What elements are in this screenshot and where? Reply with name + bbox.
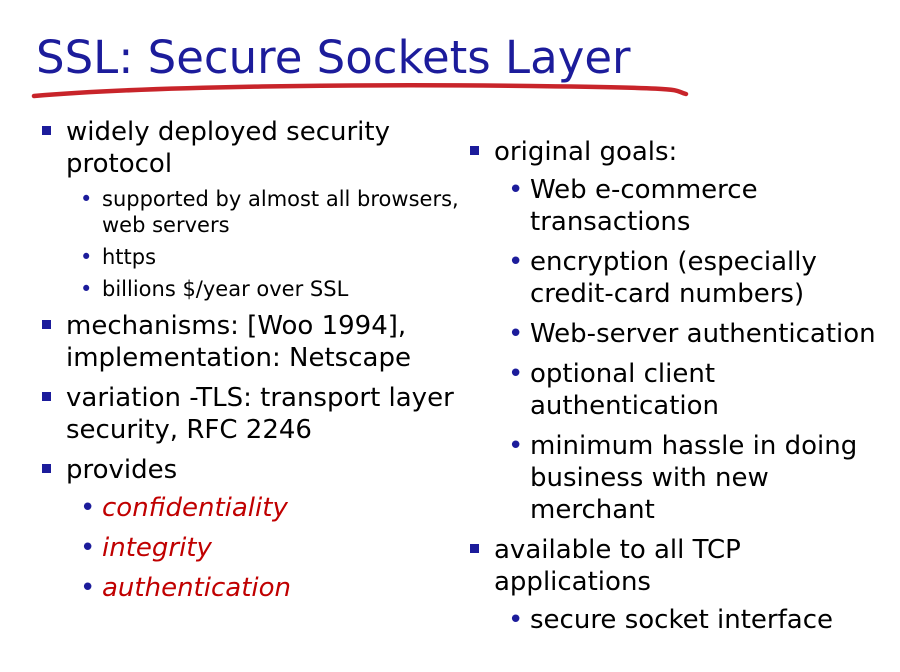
square-bullet-icon — [42, 320, 51, 329]
round-bullet-icon: • — [80, 493, 96, 523]
round-bullet-icon: • — [508, 431, 524, 461]
square-bullet-icon — [470, 146, 479, 155]
sub-bullet-item: • optional client authentication — [494, 358, 895, 422]
round-bullet-icon: • — [80, 533, 96, 563]
sub-bullet-list: • confidentiality • integrity • authenti… — [66, 492, 472, 604]
square-bullet-icon — [42, 392, 51, 401]
sub-bullet-text: supported by almost all browsers, web se… — [102, 187, 459, 237]
bullet-text: provides — [66, 455, 178, 485]
sub-bullet-item: • Web-server authentication — [494, 318, 895, 350]
bullet-text: mechanisms: [Woo 1994], implementation: … — [66, 311, 411, 373]
sub-bullet-text: optional client authentication — [530, 359, 720, 421]
round-bullet-icon: • — [508, 319, 524, 349]
bullet-item-original-goals: original goals: • Web e-commerce transac… — [470, 136, 895, 526]
bullet-item-deployed: widely deployed security protocol • supp… — [42, 116, 472, 302]
sub-bullet-text: Web e-commerce transactions — [530, 175, 758, 237]
round-bullet-icon: • — [508, 247, 524, 277]
bullet-text: original goals: — [494, 137, 678, 167]
sub-bullet-text: Web-server authentication — [530, 319, 876, 349]
slide-title: SSL: Secure Sockets Layer — [36, 31, 631, 84]
sub-bullet-text: secure socket interface — [530, 605, 833, 635]
round-bullet-icon: • — [508, 175, 524, 205]
sub-bullet-item: • https — [66, 244, 472, 270]
sub-bullet-item: • encryption (especially credit-card num… — [494, 246, 895, 310]
sub-bullet-item: • confidentiality — [66, 492, 472, 524]
sub-bullet-text: integrity — [102, 533, 212, 563]
title-underline — [31, 83, 689, 99]
sub-bullet-item: • secure socket interface — [494, 604, 895, 636]
square-bullet-icon — [42, 126, 51, 135]
left-bullet-list: widely deployed security protocol • supp… — [42, 116, 472, 612]
right-bullet-list: original goals: • Web e-commerce transac… — [470, 136, 895, 644]
sub-bullet-text: https — [102, 245, 157, 269]
sub-bullet-item: • authentication — [66, 572, 472, 604]
sub-bullet-item: • billions $/year over SSL — [66, 276, 472, 302]
round-bullet-icon: • — [508, 359, 524, 389]
bullet-text: available to all TCP applications — [494, 535, 741, 597]
sub-bullet-item: • integrity — [66, 532, 472, 564]
bullet-item-provides: provides • confidentiality • integrity •… — [42, 454, 472, 604]
bullet-text: widely deployed security protocol — [66, 117, 390, 179]
square-bullet-icon — [470, 544, 479, 553]
sub-bullet-text: minimum hassle in doing business with ne… — [530, 431, 858, 525]
sub-bullet-list: • Web e-commerce transactions • encrypti… — [494, 174, 895, 526]
round-bullet-icon: • — [80, 187, 93, 211]
sub-bullet-text: encryption (especially credit-card numbe… — [530, 247, 817, 309]
round-bullet-icon: • — [80, 277, 93, 301]
round-bullet-icon: • — [80, 245, 93, 269]
sub-bullet-item: • supported by almost all browsers, web … — [66, 186, 472, 238]
sub-bullet-list: • supported by almost all browsers, web … — [66, 186, 472, 302]
round-bullet-icon: • — [80, 573, 96, 603]
square-bullet-icon — [42, 464, 51, 473]
sub-bullet-text: billions $/year over SSL — [102, 277, 349, 301]
bullet-text: variation -TLS: transport layer security… — [66, 383, 454, 445]
sub-bullet-text: confidentiality — [102, 493, 288, 523]
round-bullet-icon: • — [508, 605, 524, 635]
bullet-item-available: available to all TCP applications • secu… — [470, 534, 895, 636]
sub-bullet-text: authentication — [102, 573, 292, 603]
sub-bullet-item: • Web e-commerce transactions — [494, 174, 895, 238]
sub-bullet-item: • minimum hassle in doing business with … — [494, 430, 895, 526]
sub-bullet-list: • secure socket interface — [494, 604, 895, 636]
bullet-item-mechanisms: mechanisms: [Woo 1994], implementation: … — [42, 310, 472, 374]
bullet-item-variation: variation -TLS: transport layer security… — [42, 382, 472, 446]
